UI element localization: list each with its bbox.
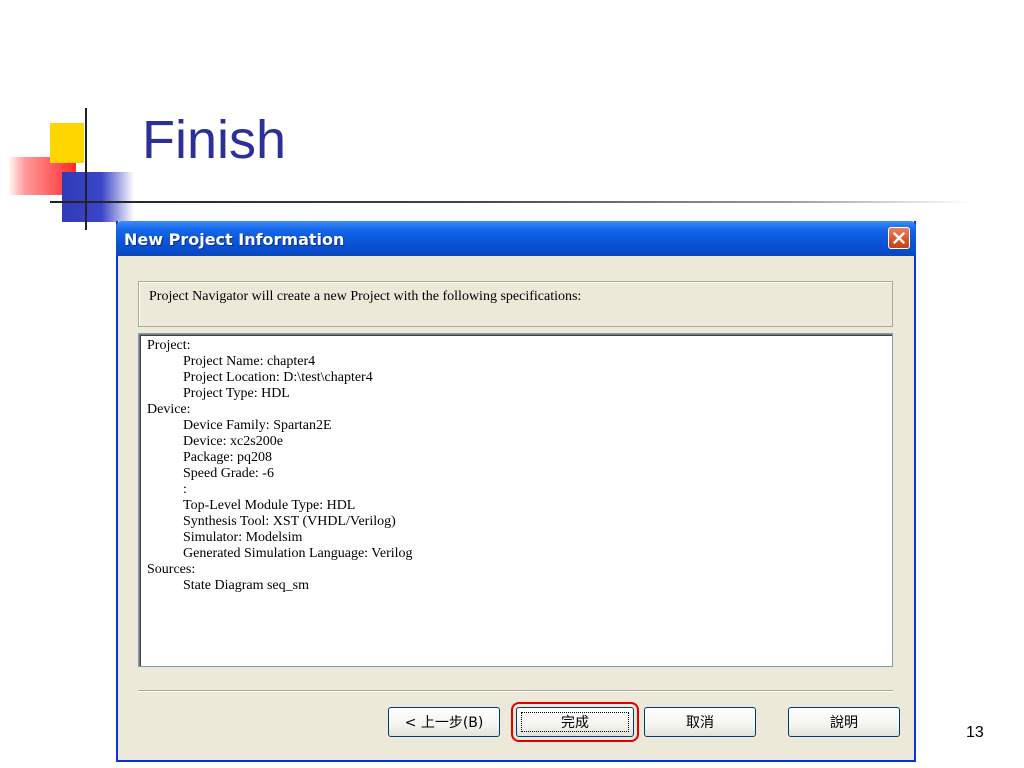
spec-line: Simulator: Modelsim xyxy=(183,530,303,545)
info-label: Project Navigator will create a new Proj… xyxy=(138,281,893,327)
close-icon xyxy=(893,232,905,244)
spec-line: Top-Level Module Type: HDL xyxy=(183,498,356,513)
dialog-title: New Project Information xyxy=(124,230,345,249)
cancel-button[interactable]: 取消 xyxy=(644,707,756,737)
spec-line: Device: xyxy=(147,402,191,417)
spec-line: Package: pq208 xyxy=(183,450,273,465)
spec-line: Synthesis Tool: XST (VHDL/Verilog) xyxy=(183,514,396,529)
new-project-dialog: New Project Information Project Navigato… xyxy=(116,221,916,762)
decor-blue-bar xyxy=(62,172,134,222)
decor-vertical-line xyxy=(85,108,87,230)
decor-yellow-square xyxy=(50,123,84,163)
spec-line: Device: xc2s200e xyxy=(183,434,283,449)
spec-line: Device Family: Spartan2E xyxy=(183,418,332,433)
spec-line: Speed Grade: -6 xyxy=(183,466,274,481)
dialog-titlebar[interactable]: New Project Information xyxy=(116,221,916,256)
page-number: 13 xyxy=(966,724,984,741)
spec-line: Project: xyxy=(147,338,191,353)
focus-ring xyxy=(521,712,629,732)
button-separator xyxy=(138,690,893,692)
specification-textbox[interactable]: Project: Project Name: chapter4 Project Lo… xyxy=(138,333,893,667)
spec-line: Project Type: HDL xyxy=(183,386,290,401)
help-button[interactable]: 說明 xyxy=(788,707,900,737)
spec-line: Generated Simulation Language: Verilog xyxy=(183,546,413,561)
finish-button[interactable]: 完成 xyxy=(511,702,639,742)
title-underline xyxy=(50,201,970,203)
spec-line: Sources: xyxy=(147,562,196,577)
close-button[interactable] xyxy=(888,227,910,249)
slide-title: Finish xyxy=(142,110,287,170)
spec-line: Project Name: chapter4 xyxy=(183,354,316,369)
spec-line: : xyxy=(183,482,187,497)
spec-line: State Diagram seq_sm xyxy=(183,578,309,593)
spec-line: Project Location: D:\test\chapter4 xyxy=(183,370,373,385)
back-button[interactable]: < 上一步(B) xyxy=(388,707,500,737)
